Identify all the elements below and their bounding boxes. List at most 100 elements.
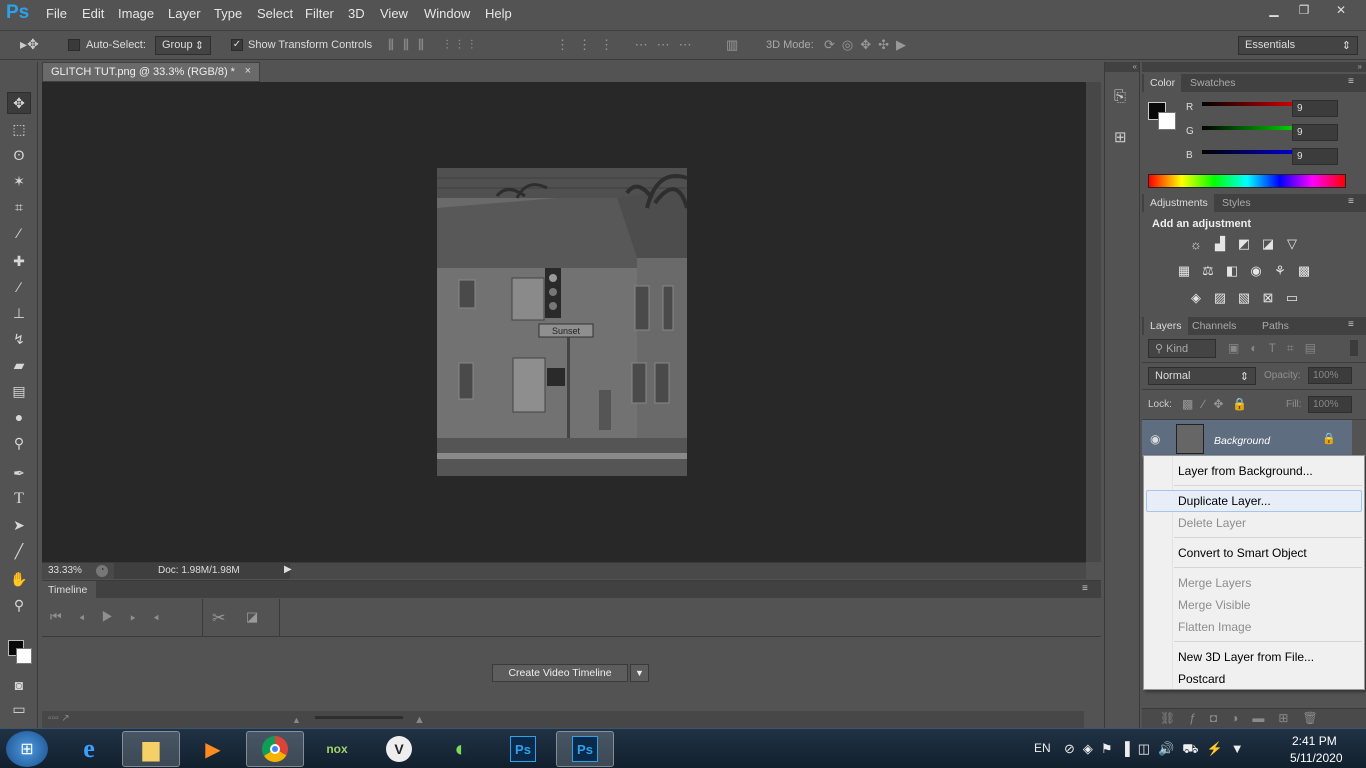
- workspace-dropdown[interactable]: Essentials ⇕: [1238, 36, 1358, 55]
- layer-row-background[interactable]: ◉ Background 🔒: [1142, 420, 1352, 458]
- tab-styles[interactable]: Styles: [1216, 194, 1257, 212]
- gradient-tool-icon[interactable]: ▤: [7, 380, 31, 402]
- layer-filter-dropdown[interactable]: ⚲ Kind: [1148, 339, 1216, 358]
- panel-menu-icon[interactable]: ≡: [1348, 319, 1354, 330]
- status-menu-arrow-icon[interactable]: ▶: [284, 564, 292, 575]
- menu-view[interactable]: View: [380, 6, 408, 21]
- frame-icons[interactable]: ▫▫▫ ↗: [48, 713, 70, 724]
- create-video-timeline-button[interactable]: Create Video Timeline: [492, 664, 628, 682]
- auto-select-checkbox[interactable]: [68, 39, 80, 51]
- menu-item-delete-layer[interactable]: Delete Layer: [1178, 516, 1246, 530]
- hue-saturation-icon[interactable]: ▦: [1176, 263, 1192, 278]
- clock-date[interactable]: 5/11/2020: [1290, 751, 1343, 765]
- zoom-level[interactable]: 33.33%: [48, 565, 82, 576]
- type-tool-icon[interactable]: T: [7, 488, 31, 510]
- zoom-in-icon[interactable]: ▲: [414, 714, 425, 726]
- panel-menu-icon[interactable]: ≡: [1348, 196, 1354, 207]
- green-app-icon[interactable]: ◐: [432, 731, 490, 767]
- move-tool-icon[interactable]: ✥: [7, 92, 31, 114]
- menu-filter[interactable]: Filter: [305, 6, 334, 21]
- line-tool-icon[interactable]: ╱: [7, 540, 31, 562]
- document-image[interactable]: Sunset: [437, 168, 687, 476]
- selective-color-icon[interactable]: ⊠: [1260, 290, 1276, 305]
- posterize-icon[interactable]: ▨: [1212, 290, 1228, 305]
- status-info-icon[interactable]: ◔: [96, 565, 108, 577]
- chevron-down-icon[interactable]: ▼: [630, 664, 649, 682]
- menu-edit[interactable]: Edit: [82, 6, 104, 21]
- menu-type[interactable]: Type: [214, 6, 242, 21]
- photoshop-admin-icon[interactable]: Ps: [494, 731, 552, 767]
- tab-adjustments[interactable]: Adjustments: [1144, 194, 1214, 212]
- black-white-icon[interactable]: ◧: [1224, 263, 1240, 278]
- blur-tool-icon[interactable]: ●: [7, 406, 31, 428]
- tab-color[interactable]: Color: [1144, 74, 1182, 92]
- levels-icon[interactable]: ▟: [1212, 236, 1228, 251]
- move-tool-preset-icon[interactable]: ▸✥: [20, 36, 39, 53]
- start-button-icon[interactable]: ⊞: [6, 731, 48, 767]
- vectr-icon[interactable]: V: [370, 731, 428, 767]
- eraser-tool-icon[interactable]: ▰: [7, 354, 31, 376]
- collapse-arrows-icon[interactable]: «: [1105, 62, 1139, 72]
- layer-footer-icons[interactable]: ⛓ƒ◘◑▬⊞🗑: [1160, 711, 1332, 725]
- brush-tool-icon[interactable]: ∕: [7, 276, 31, 298]
- menu-item-merge-layers[interactable]: Merge Layers: [1178, 576, 1251, 590]
- quick-mask-icon[interactable]: ◙: [7, 674, 31, 696]
- timeline-tab[interactable]: Timeline: [42, 581, 96, 598]
- auto-align-icon[interactable]: ▥: [726, 37, 738, 53]
- fill-value[interactable]: 100%: [1308, 396, 1352, 413]
- marquee-tool-icon[interactable]: ⬚: [7, 118, 31, 140]
- exposure-icon[interactable]: ◪: [1260, 236, 1276, 251]
- 3d-mode-icons[interactable]: ⟳◎✥✣▶: [824, 37, 913, 53]
- expand-arrows-icon[interactable]: »: [1142, 62, 1366, 72]
- dodge-tool-icon[interactable]: ⚲: [7, 432, 31, 454]
- r-value[interactable]: 9: [1292, 100, 1338, 117]
- menu-help[interactable]: Help: [485, 6, 512, 21]
- transition-icon[interactable]: ◪: [246, 609, 258, 625]
- invert-icon[interactable]: ◈: [1188, 290, 1204, 305]
- tab-swatches[interactable]: Swatches: [1184, 74, 1242, 92]
- color-spectrum-ramp[interactable]: [1148, 174, 1346, 188]
- properties-panel-icon[interactable]: ⊞: [1114, 128, 1127, 146]
- menu-window[interactable]: Window: [424, 6, 470, 21]
- vibrance-icon[interactable]: ▽: [1284, 236, 1300, 251]
- hand-tool-icon[interactable]: ✋: [7, 568, 31, 590]
- menu-item-layer-from-background[interactable]: Layer from Background...: [1178, 464, 1313, 478]
- vertical-scrollbar[interactable]: [1086, 82, 1101, 562]
- menu-item-new-3d-layer[interactable]: New 3D Layer from File...: [1178, 650, 1314, 664]
- menu-item-convert-smart-object[interactable]: Convert to Smart Object: [1178, 546, 1307, 560]
- b-value[interactable]: 9: [1292, 148, 1338, 165]
- g-value[interactable]: 9: [1292, 124, 1338, 141]
- show-transform-checkbox[interactable]: ✓: [231, 39, 243, 51]
- background-color-swatch[interactable]: [16, 648, 32, 664]
- menu-file[interactable]: File: [46, 6, 67, 21]
- lasso-tool-icon[interactable]: ʘ: [7, 144, 31, 166]
- menu-image[interactable]: Image: [118, 6, 154, 21]
- crop-tool-icon[interactable]: ⌗: [7, 196, 31, 218]
- pen-tool-icon[interactable]: ✒: [7, 462, 31, 484]
- eye-icon[interactable]: ◉: [1150, 432, 1160, 446]
- menu-item-merge-visible[interactable]: Merge Visible: [1178, 598, 1250, 612]
- stamp-tool-icon[interactable]: ⊥: [7, 302, 31, 324]
- close-tab-icon[interactable]: ×: [245, 65, 251, 77]
- menu-layer[interactable]: Layer: [168, 6, 201, 21]
- photo-filter-icon[interactable]: ◉: [1248, 263, 1264, 278]
- screen-mode-icon[interactable]: ▭: [7, 698, 31, 720]
- auto-select-dropdown[interactable]: Group ⇕: [155, 36, 211, 55]
- channel-mixer-icon[interactable]: ⚘: [1272, 263, 1288, 278]
- opacity-value[interactable]: 100%: [1308, 367, 1352, 384]
- menu-item-flatten-image[interactable]: Flatten Image: [1178, 620, 1251, 634]
- zoom-tool-icon[interactable]: ⚲: [7, 594, 31, 616]
- healing-brush-tool-icon[interactable]: ✚: [7, 250, 31, 272]
- panel-menu-icon[interactable]: ≡: [1082, 583, 1088, 594]
- color-lookup-icon[interactable]: ▩: [1296, 263, 1312, 278]
- timeline-zoom-slider[interactable]: [315, 716, 403, 719]
- nox-icon[interactable]: nox: [308, 731, 366, 767]
- background-color-box[interactable]: [1158, 112, 1176, 130]
- menu-item-duplicate-layer[interactable]: Duplicate Layer...: [1178, 494, 1271, 508]
- restore-button[interactable]: ❐: [1286, 1, 1322, 19]
- brightness-contrast-icon[interactable]: ☼: [1188, 237, 1204, 252]
- align-icons-group[interactable]: ⫼⫼⫼ ⫶⫶⫶: [388, 37, 482, 53]
- media-player-icon[interactable]: ▶: [184, 731, 242, 767]
- clock-time[interactable]: 2:41 PM: [1292, 734, 1337, 748]
- document-tab[interactable]: GLITCH TUT.png @ 33.3% (RGB/8) * ×: [42, 62, 260, 82]
